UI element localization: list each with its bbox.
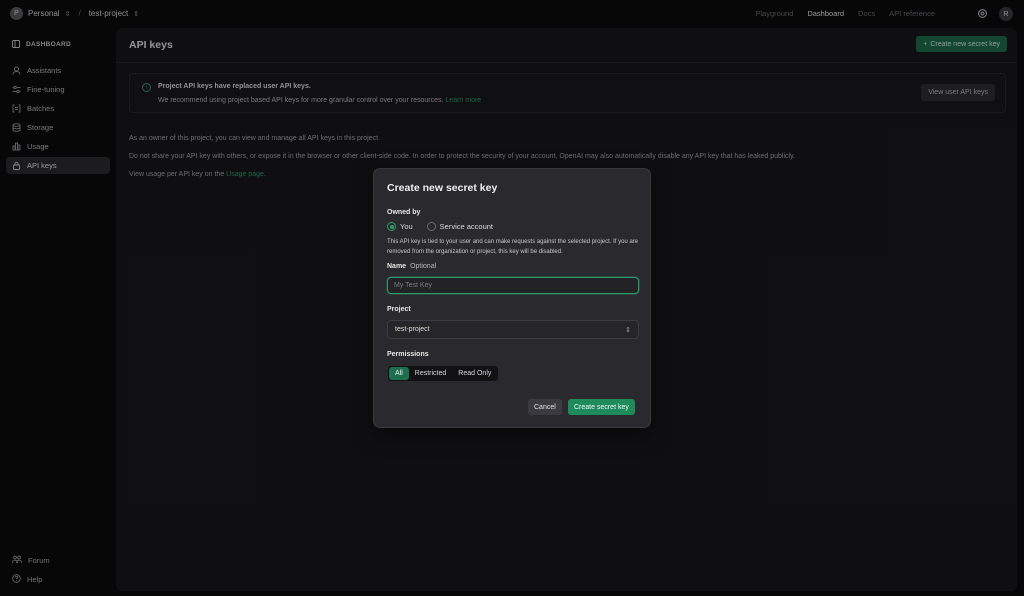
create-secret-key-submit-button[interactable]: Create secret key — [568, 399, 635, 415]
project-select[interactable]: test-project ⇕ — [387, 320, 639, 339]
key-name-input[interactable] — [387, 277, 639, 294]
name-optional-hint: Optional — [410, 263, 437, 270]
project-label: Project — [387, 306, 411, 313]
permission-all-tab[interactable]: All — [389, 367, 409, 380]
owner-service-account-radio[interactable] — [426, 222, 436, 231]
name-label-text: Name — [387, 263, 407, 270]
owner-service-account-label[interactable]: Service account — [440, 222, 493, 231]
permission-read-only-tab[interactable]: Read Only — [452, 367, 497, 380]
permission-restricted-tab[interactable]: Restricted — [409, 367, 453, 380]
name-label: Name Optional — [387, 263, 436, 270]
permissions-label: Permissions — [387, 351, 429, 358]
owner-radio-group: You Service account — [387, 222, 493, 231]
owner-you-label[interactable]: You — [400, 222, 413, 231]
chevron-updown-icon: ⇕ — [625, 326, 631, 334]
owner-you-radio[interactable] — [387, 222, 396, 231]
project-select-value: test-project — [395, 326, 430, 333]
cancel-button[interactable]: Cancel — [528, 399, 562, 415]
create-key-dialog: Create new secret key Owned by You Servi… — [373, 168, 651, 428]
owner-note: This API key is tied to your user and ca… — [387, 239, 639, 255]
owned-by-label: Owned by — [387, 209, 421, 216]
permissions-segmented-control: All Restricted Read Only — [387, 365, 500, 382]
dialog-title: Create new secret key — [387, 182, 498, 194]
